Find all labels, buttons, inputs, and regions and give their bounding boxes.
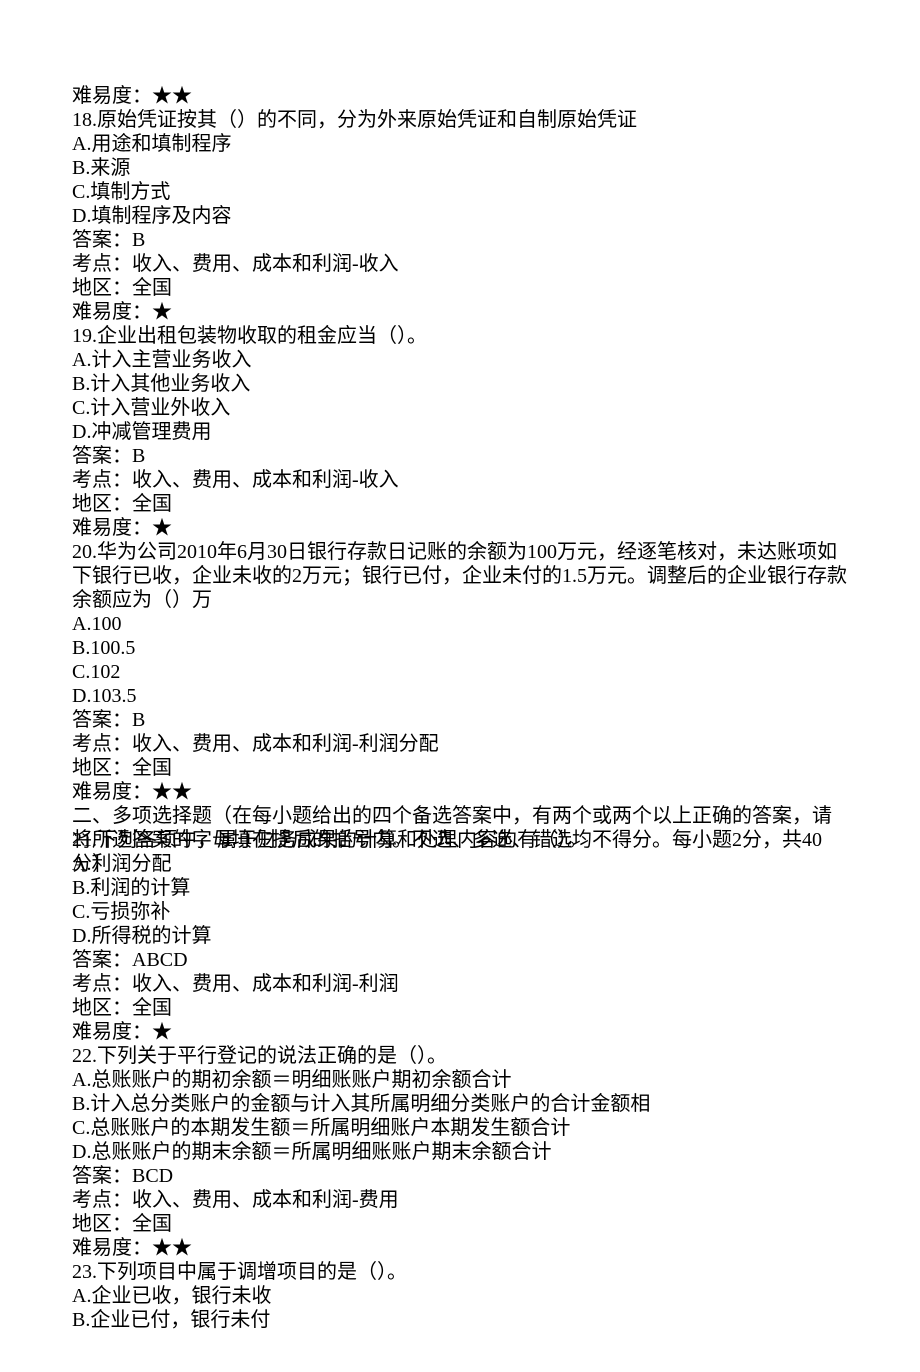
text-line: A.用途和填制程序 — [72, 132, 848, 156]
text-line: A.利润分配 — [72, 852, 848, 876]
text-line: 地区：全国 — [72, 1212, 848, 1236]
text-line: 难易度：★★ — [72, 1236, 848, 1260]
text-line: 难易度：★★ — [72, 84, 848, 108]
text-line: 答案：B — [72, 708, 848, 732]
text-line: 答案：ABCD — [72, 948, 848, 972]
text-line: 答案：B — [72, 444, 848, 468]
text-line: 地区：全国 — [72, 276, 848, 300]
text-line: C.填制方式 — [72, 180, 848, 204]
text-line: A.总账账户的期初余额＝明细账账户期初余额合计 — [72, 1068, 848, 1092]
text-line: B.计入其他业务收入 — [72, 372, 848, 396]
text-line: C.亏损弥补 — [72, 900, 848, 924]
text-line: 考点：收入、费用、成本和利润-费用 — [72, 1188, 848, 1212]
text-line: 23.下列项目中属于调增项目的是（）。 — [72, 1260, 848, 1284]
text-line: 地区：全国 — [72, 996, 848, 1020]
text-line: D.填制程序及内容 — [72, 204, 848, 228]
text-line: 19.企业出租包装物收取的租金应当（）。 — [72, 324, 848, 348]
text-line: B.计入总分类账户的金额与计入其所属明细分类账户的合计金额相 — [72, 1092, 848, 1116]
text-line: D.总账账户的期末余额＝所属明细账账户期末余额合计 — [72, 1140, 848, 1164]
text-line: 考点：收入、费用、成本和利润-利润 — [72, 972, 848, 996]
text-line: 难易度：★ — [72, 1020, 848, 1044]
text-line: 考点：收入、费用、成本和利润-收入 — [72, 468, 848, 492]
text-line: C.总账账户的本期发生额＝所属明细账户本期发生额合计 — [72, 1116, 848, 1140]
text-line: 考点：收入、费用、成本和利润-收入 — [72, 252, 848, 276]
text-line: 难易度：★ — [72, 300, 848, 324]
text-line: D.所得税的计算 — [72, 924, 848, 948]
text-line: 难易度：★★ — [72, 780, 848, 804]
text-line: B.来源 — [72, 156, 848, 180]
text-line: D.冲减管理费用 — [72, 420, 848, 444]
text-line: D.103.5 — [72, 684, 848, 708]
text-line: 答案：BCD — [72, 1164, 848, 1188]
text-line: 地区：全国 — [72, 492, 848, 516]
document-page: 难易度：★★18.原始凭证按其（）的不同，分为外来原始凭证和自制原始凭证A.用途… — [0, 0, 920, 1372]
text-line: A.企业已收，银行未收 — [72, 1284, 848, 1308]
text-line: B.企业已付，银行未付 — [72, 1308, 848, 1332]
text-line: B.100.5 — [72, 636, 848, 660]
text-line: 20.华为公司2010年6月30日银行存款日记账的余额为100万元，经逐笔核对，… — [72, 540, 848, 612]
text-line: 二、多项选择题（在每小题给出的四个备选答案中，有两个或两个以上正确的答案，请将所… — [72, 804, 848, 828]
text-line: 18.原始凭证按其（）的不同，分为外来原始凭证和自制原始凭证 — [72, 108, 848, 132]
text-line: 地区：全国 — [72, 756, 848, 780]
text-line: A.100 — [72, 612, 848, 636]
text-line: A.计入主营业务收入 — [72, 348, 848, 372]
text-line: 22.下列关于平行登记的说法正确的是（）。 — [72, 1044, 848, 1068]
text-line: C.102 — [72, 660, 848, 684]
text-line: B.利润的计算 — [72, 876, 848, 900]
text-line: 答案：B — [72, 228, 848, 252]
text-line: C.计入营业外收入 — [72, 396, 848, 420]
text-line: 考点：收入、费用、成本和利润-利润分配 — [72, 732, 848, 756]
text-line: 难易度：★ — [72, 516, 848, 540]
